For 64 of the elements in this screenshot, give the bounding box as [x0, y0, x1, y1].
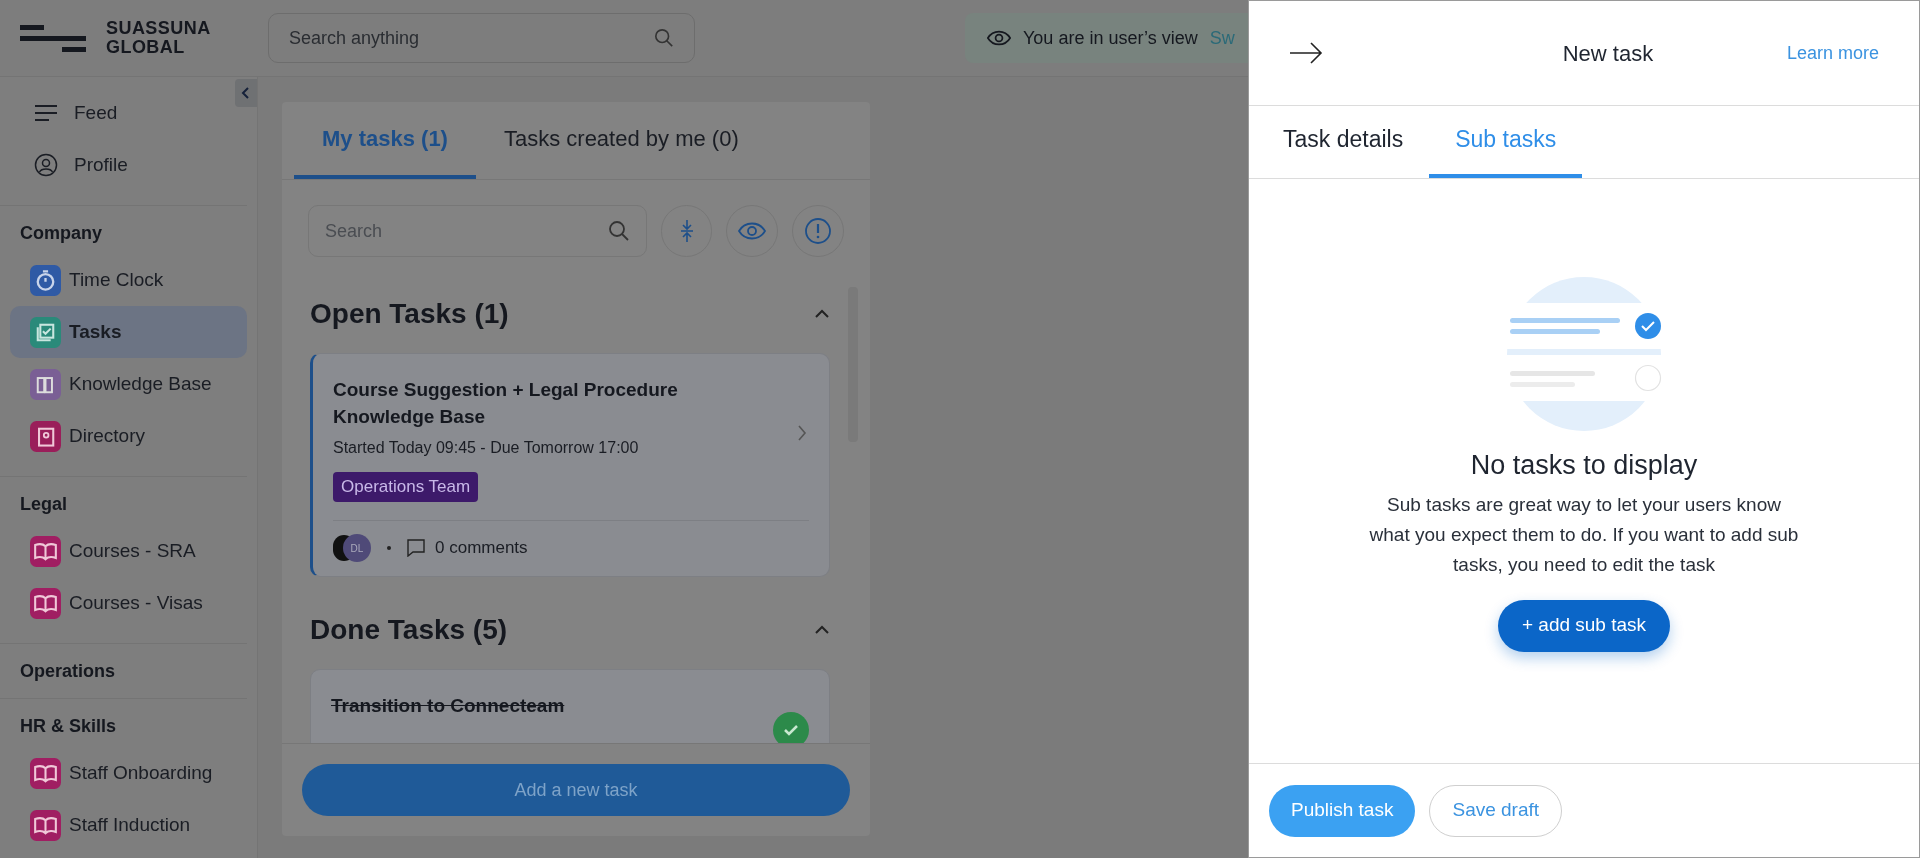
- sidebar-item[interactable]: Tasks: [10, 306, 247, 358]
- search-field[interactable]: Search: [308, 205, 647, 257]
- search-icon: [654, 28, 674, 48]
- eye-icon: [987, 30, 1011, 46]
- sidebar-item[interactable]: Staff Onboarding: [10, 747, 247, 799]
- task-title: Course Suggestion + Legal Procedure Knowledge Base: [333, 378, 679, 429]
- add-sub-task-button[interactable]: + add sub task: [1497, 599, 1671, 652]
- section-title: HR & Skills: [19, 715, 118, 738]
- search-icon: [607, 220, 630, 242]
- collapse-sidebar-button[interactable]: [235, 79, 257, 107]
- tab[interactable]: Sub tasks: [1429, 105, 1583, 178]
- arrow-right-icon: [1289, 41, 1323, 65]
- compress-icon: [678, 219, 695, 243]
- group-title: Done Tasks (5): [310, 612, 508, 647]
- task-title: Transition to Connecteam: [331, 693, 566, 718]
- logo-text: SUASSUNA GLOBAL: [106, 19, 211, 57]
- person-icon: [34, 153, 58, 177]
- book-icon: [30, 587, 61, 619]
- empty-state-heading: No tasks to display: [1470, 449, 1698, 482]
- alert-icon: [804, 217, 833, 245]
- eye-icon: [738, 222, 767, 240]
- chevron-right-icon: [797, 424, 807, 442]
- clock-icon: [30, 264, 61, 296]
- drawer-title: New task: [1561, 39, 1655, 68]
- search-input[interactable]: Search: [325, 217, 608, 245]
- section-title: Operations: [19, 660, 117, 683]
- avatar-initials: DL: [343, 534, 371, 562]
- chevron-up-icon[interactable]: [814, 309, 830, 319]
- empty-state-text: Sub tasks are great way to let your users know what you expect them to do. If you want to add sub tasks, you need to edit the task: [1369, 492, 1799, 577]
- sidebar-item[interactable]: Time Clock: [10, 254, 247, 306]
- team-tag: Operations Team: [333, 472, 479, 502]
- task-schedule: Started Today 09:45 - Due Tomorrow 17:00: [333, 438, 640, 458]
- comments-count: 0 comments: [435, 537, 528, 560]
- book-icon: [30, 535, 61, 567]
- sidebar-item[interactable]: Knowledge Base: [10, 358, 247, 410]
- book-icon: [30, 809, 61, 841]
- sidebar-item[interactable]: Feed: [0, 87, 247, 139]
- menu-icon: [34, 104, 58, 122]
- sidebar-item[interactable]: Courses - SRA: [10, 525, 247, 577]
- learn-more-link[interactable]: Learn more: [1786, 39, 1879, 67]
- directory-icon: [30, 420, 61, 452]
- task-card[interactable]: Transition to Connecteam: [310, 668, 830, 743]
- library-icon: [30, 368, 61, 400]
- sidebar-item[interactable]: Directory: [10, 410, 247, 462]
- book-icon: [30, 757, 61, 789]
- tab[interactable]: My tasks (1): [294, 102, 476, 179]
- tasks-icon: [30, 316, 61, 348]
- sidebar-item[interactable]: Staff Induction: [10, 799, 247, 851]
- publish-task-button[interactable]: Publish task: [1269, 784, 1416, 837]
- sidebar-item[interactable]: Courses - Visas: [10, 577, 247, 629]
- chevron-left-icon: [241, 87, 251, 99]
- sidebar-item[interactable]: Profile: [0, 139, 247, 191]
- task-card[interactable]: Course Suggestion + Legal Procedure Knowledge Base Started Today 09:45 - Due Tomorrow 17:00 Operations Team DL 0 comments: [310, 353, 830, 577]
- tab[interactable]: Tasks created by me (0): [475, 102, 767, 179]
- tab[interactable]: Task details: [1257, 105, 1430, 178]
- comment-icon: [407, 539, 425, 557]
- user-view-text: You are in user’s view: [1023, 26, 1198, 50]
- search-field[interactable]: Search anything: [268, 13, 695, 63]
- search-input[interactable]: Search anything: [289, 24, 654, 52]
- chevron-up-icon[interactable]: [814, 624, 830, 635]
- add-task-button[interactable]: Add a new task: [302, 764, 850, 816]
- group-title: Open Tasks (1): [310, 297, 509, 331]
- section-title: Legal: [19, 493, 68, 516]
- section-title: Company: [19, 222, 103, 245]
